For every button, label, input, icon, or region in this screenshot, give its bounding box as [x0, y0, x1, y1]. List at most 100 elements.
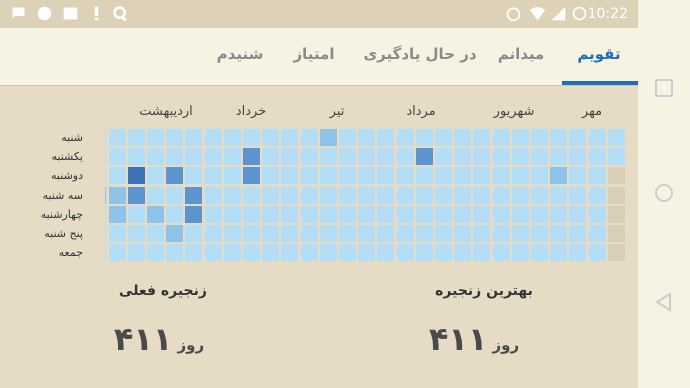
tab-learning[interactable]: در حال یادگیری	[363, 45, 476, 63]
calendar-day-cell	[166, 129, 184, 146]
tab-known[interactable]: میدانم	[498, 45, 545, 63]
calendar-day-cell	[108, 205, 126, 223]
calendar-day-cell	[339, 129, 356, 146]
calendar-day-cell	[358, 129, 376, 146]
calendar-day-cell	[262, 148, 280, 166]
calendar-day-cell	[319, 186, 337, 204]
calendar-day-cell	[185, 244, 203, 262]
calendar-day-cell	[454, 148, 472, 166]
calendar-day-cell	[243, 148, 260, 166]
sync-icon	[572, 6, 587, 21]
calendar-day-cell	[108, 148, 126, 166]
calendar-day-cell	[262, 205, 280, 223]
calendar-day-cell	[300, 225, 318, 242]
calendar-day-cell	[415, 186, 433, 204]
recent-apps-icon[interactable]	[654, 78, 674, 98]
calendar-day-cell	[204, 167, 222, 185]
calendar-day-cell	[492, 148, 510, 166]
calendar-day-cell	[243, 167, 260, 185]
calendar-day-cell	[550, 186, 568, 204]
message-icon	[12, 7, 25, 19]
calendar-day-cell	[166, 186, 184, 204]
tab-calendar[interactable]: تقویم	[577, 45, 620, 63]
calendar-day-cell	[415, 148, 433, 166]
calendar-day-cell	[550, 129, 568, 146]
calendar-day-cell	[415, 225, 433, 242]
calendar-day-cell	[607, 205, 625, 223]
activity-grid	[0, 88, 638, 388]
tab-heard[interactable]: شنیدم	[217, 45, 264, 63]
calendar-day-cell	[358, 186, 376, 204]
calendar-day-cell	[569, 167, 587, 185]
tab-bar: تقویم میدانم در حال یادگیری امتیاز شنیدم	[0, 28, 638, 86]
calendar-day-cell	[396, 186, 414, 204]
calendar-day-cell	[300, 129, 318, 146]
calendar-day-cell	[223, 205, 241, 223]
calendar-day-cell	[223, 129, 241, 146]
calendar-day-cell	[166, 244, 184, 262]
calendar-day-cell	[339, 225, 356, 242]
calendar-day-cell	[377, 129, 395, 146]
calendar-day-cell	[300, 148, 318, 166]
calendar-day-cell	[569, 148, 587, 166]
calendar-day-cell	[127, 225, 145, 242]
calendar-day-cell	[105, 186, 107, 204]
search-icon	[113, 6, 127, 22]
calendar-day-cell	[243, 244, 260, 262]
calendar-day-cell	[319, 244, 337, 262]
calendar-day-cell	[127, 186, 145, 204]
calendar-day-cell	[147, 148, 164, 166]
calendar-day-cell	[105, 244, 107, 262]
calendar-day-cell	[223, 225, 241, 242]
calendar-day-cell	[607, 148, 625, 166]
calendar-day-cell	[473, 205, 491, 223]
calendar-day-cell	[281, 225, 299, 242]
calendar-day-cell	[147, 205, 164, 223]
calendar-day-cell	[454, 129, 472, 146]
calendar-day-cell	[147, 225, 164, 242]
calendar-day-cell	[105, 129, 107, 146]
calendar-day-cell	[531, 167, 548, 185]
calendar-day-cell	[454, 205, 472, 223]
calendar-day-cell	[396, 225, 414, 242]
calendar-day-cell	[473, 167, 491, 185]
calendar-day-cell	[281, 167, 299, 185]
calendar-day-cell	[300, 205, 318, 223]
calendar-day-cell	[243, 186, 260, 204]
alarm-icon	[506, 7, 521, 22]
calendar-day-cell	[300, 244, 318, 262]
calendar-day-cell	[358, 148, 376, 166]
calendar-day-cell	[531, 205, 548, 223]
calendar-day-cell	[339, 205, 356, 223]
calendar-day-cell	[166, 205, 184, 223]
calendar-day-cell	[473, 129, 491, 146]
calendar-day-cell	[607, 186, 625, 204]
calendar-day-cell	[607, 244, 625, 262]
calendar-day-cell	[377, 167, 395, 185]
calendar-day-cell	[550, 205, 568, 223]
tab-indicator	[562, 81, 638, 85]
calendar-day-cell	[127, 129, 145, 146]
home-icon[interactable]	[654, 183, 674, 203]
calendar-day-cell	[511, 244, 529, 262]
calendar-day-cell	[511, 225, 529, 242]
calendar-day-cell	[166, 148, 184, 166]
calendar-day-cell	[339, 244, 356, 262]
calendar-day-cell	[185, 186, 203, 204]
calendar-card: مهر شهریور مرداد تیر خرداد اردیبهشت شنبه…	[0, 88, 638, 388]
calendar-day-cell	[243, 225, 260, 242]
calendar-day-cell	[550, 148, 568, 166]
calendar-day-cell	[531, 225, 548, 242]
tab-score[interactable]: امتیاز	[294, 45, 335, 63]
calendar-day-cell	[588, 167, 606, 185]
calendar-day-cell	[473, 148, 491, 166]
calendar-day-cell	[319, 129, 337, 146]
calendar-day-cell	[569, 244, 587, 262]
calendar-day-cell	[185, 129, 203, 146]
calendar-day-cell	[550, 167, 568, 185]
back-icon[interactable]	[654, 292, 674, 312]
calendar-day-cell	[492, 225, 510, 242]
calendar-day-cell	[281, 148, 299, 166]
calendar-day-cell	[492, 186, 510, 204]
calendar-day-cell	[108, 244, 126, 262]
